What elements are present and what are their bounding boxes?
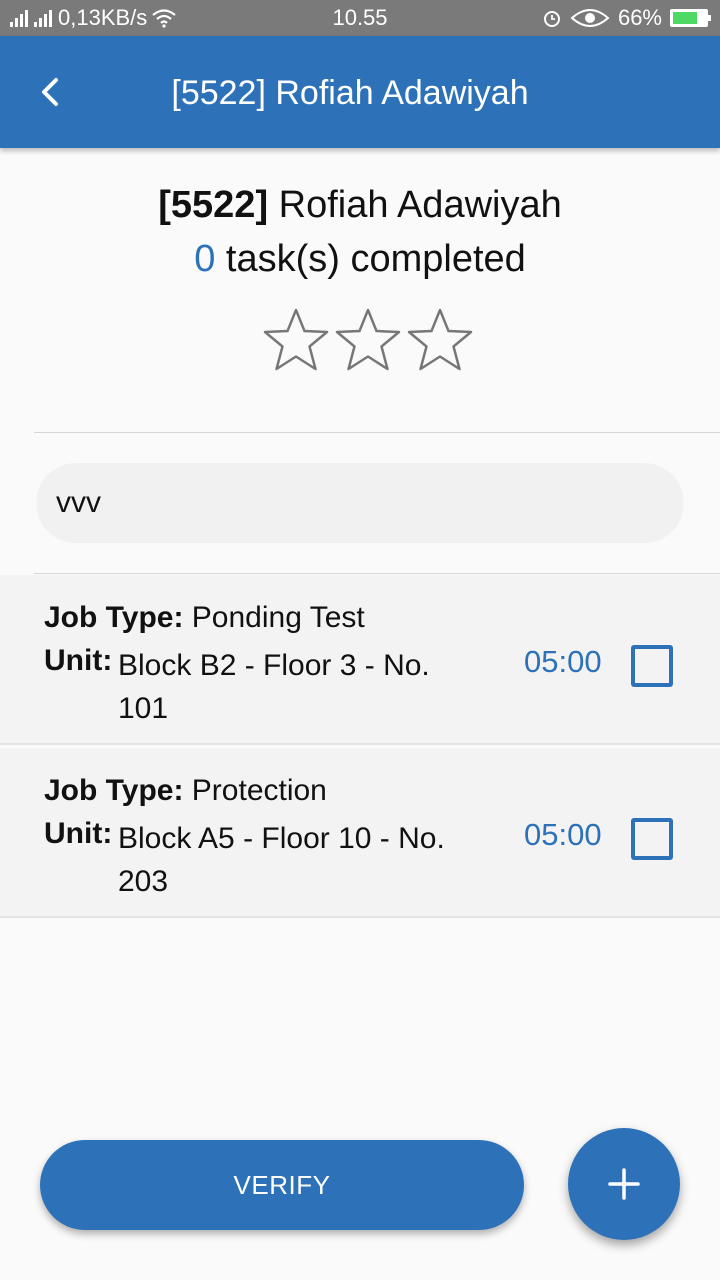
task-checkbox[interactable] [631,818,673,860]
eye-icon [570,9,610,27]
alarm-icon [543,11,560,27]
completed-label: task(s) completed [225,238,526,280]
divider [34,573,720,574]
task-checkbox[interactable] [631,645,673,687]
star-icon [407,308,473,371]
search-value: vvv [56,486,101,519]
job-type-value: Ponding Test [191,601,365,634]
job-type-label: Job Type: [44,774,184,807]
verify-button[interactable]: VERIFY [40,1140,524,1230]
tasks-completed: 0 task(s) completed [0,238,720,281]
unit-label: Unit: [44,817,113,850]
page-title: [5522] Rofiah Adawiyah [171,74,529,112]
star-icon [263,308,329,371]
add-button[interactable] [568,1128,680,1240]
star-icon [335,308,401,371]
completed-count: 0 [194,238,216,280]
employee-heading: [5522] Rofiah Adawiyah [0,184,720,227]
search-input[interactable]: vvv [36,463,684,543]
job-type-value: Protection [191,774,327,807]
unit-line: Unit: [44,644,112,678]
unit-value: Block B2 - Floor 3 - No. 101 [118,649,430,725]
status-bar: 0,13KB/s 10.55 66% [0,0,720,36]
unit-label: Unit: [44,644,113,677]
back-arrow-icon[interactable] [30,72,70,112]
employee-name: Rofiah Adawiyah [278,184,562,226]
battery-icon [670,9,711,27]
task-time: 05:00 [524,817,602,852]
unit-value: Block A5 - Floor 10 - No. 203 [118,822,445,898]
job-type-label: Job Type: [44,601,184,634]
unit-line: Unit: [44,817,112,851]
divider [34,432,720,433]
task-time: 05:00 [524,644,602,679]
status-right: 66% [542,5,711,31]
rating-stars [262,306,474,374]
task-row[interactable]: Job Type: Ponding Test Unit: Block B2 - … [0,575,720,745]
plus-icon [608,1168,640,1200]
employee-id: [5522] [158,184,269,226]
job-type-line: Job Type: Protection [44,774,327,808]
job-type-line: Job Type: Ponding Test [44,601,365,635]
task-row[interactable]: Job Type: Protection Unit: Block A5 - Fl… [0,748,720,918]
battery-percent: 66% [617,5,662,30]
app-bar: [5522] Rofiah Adawiyah [0,36,720,148]
